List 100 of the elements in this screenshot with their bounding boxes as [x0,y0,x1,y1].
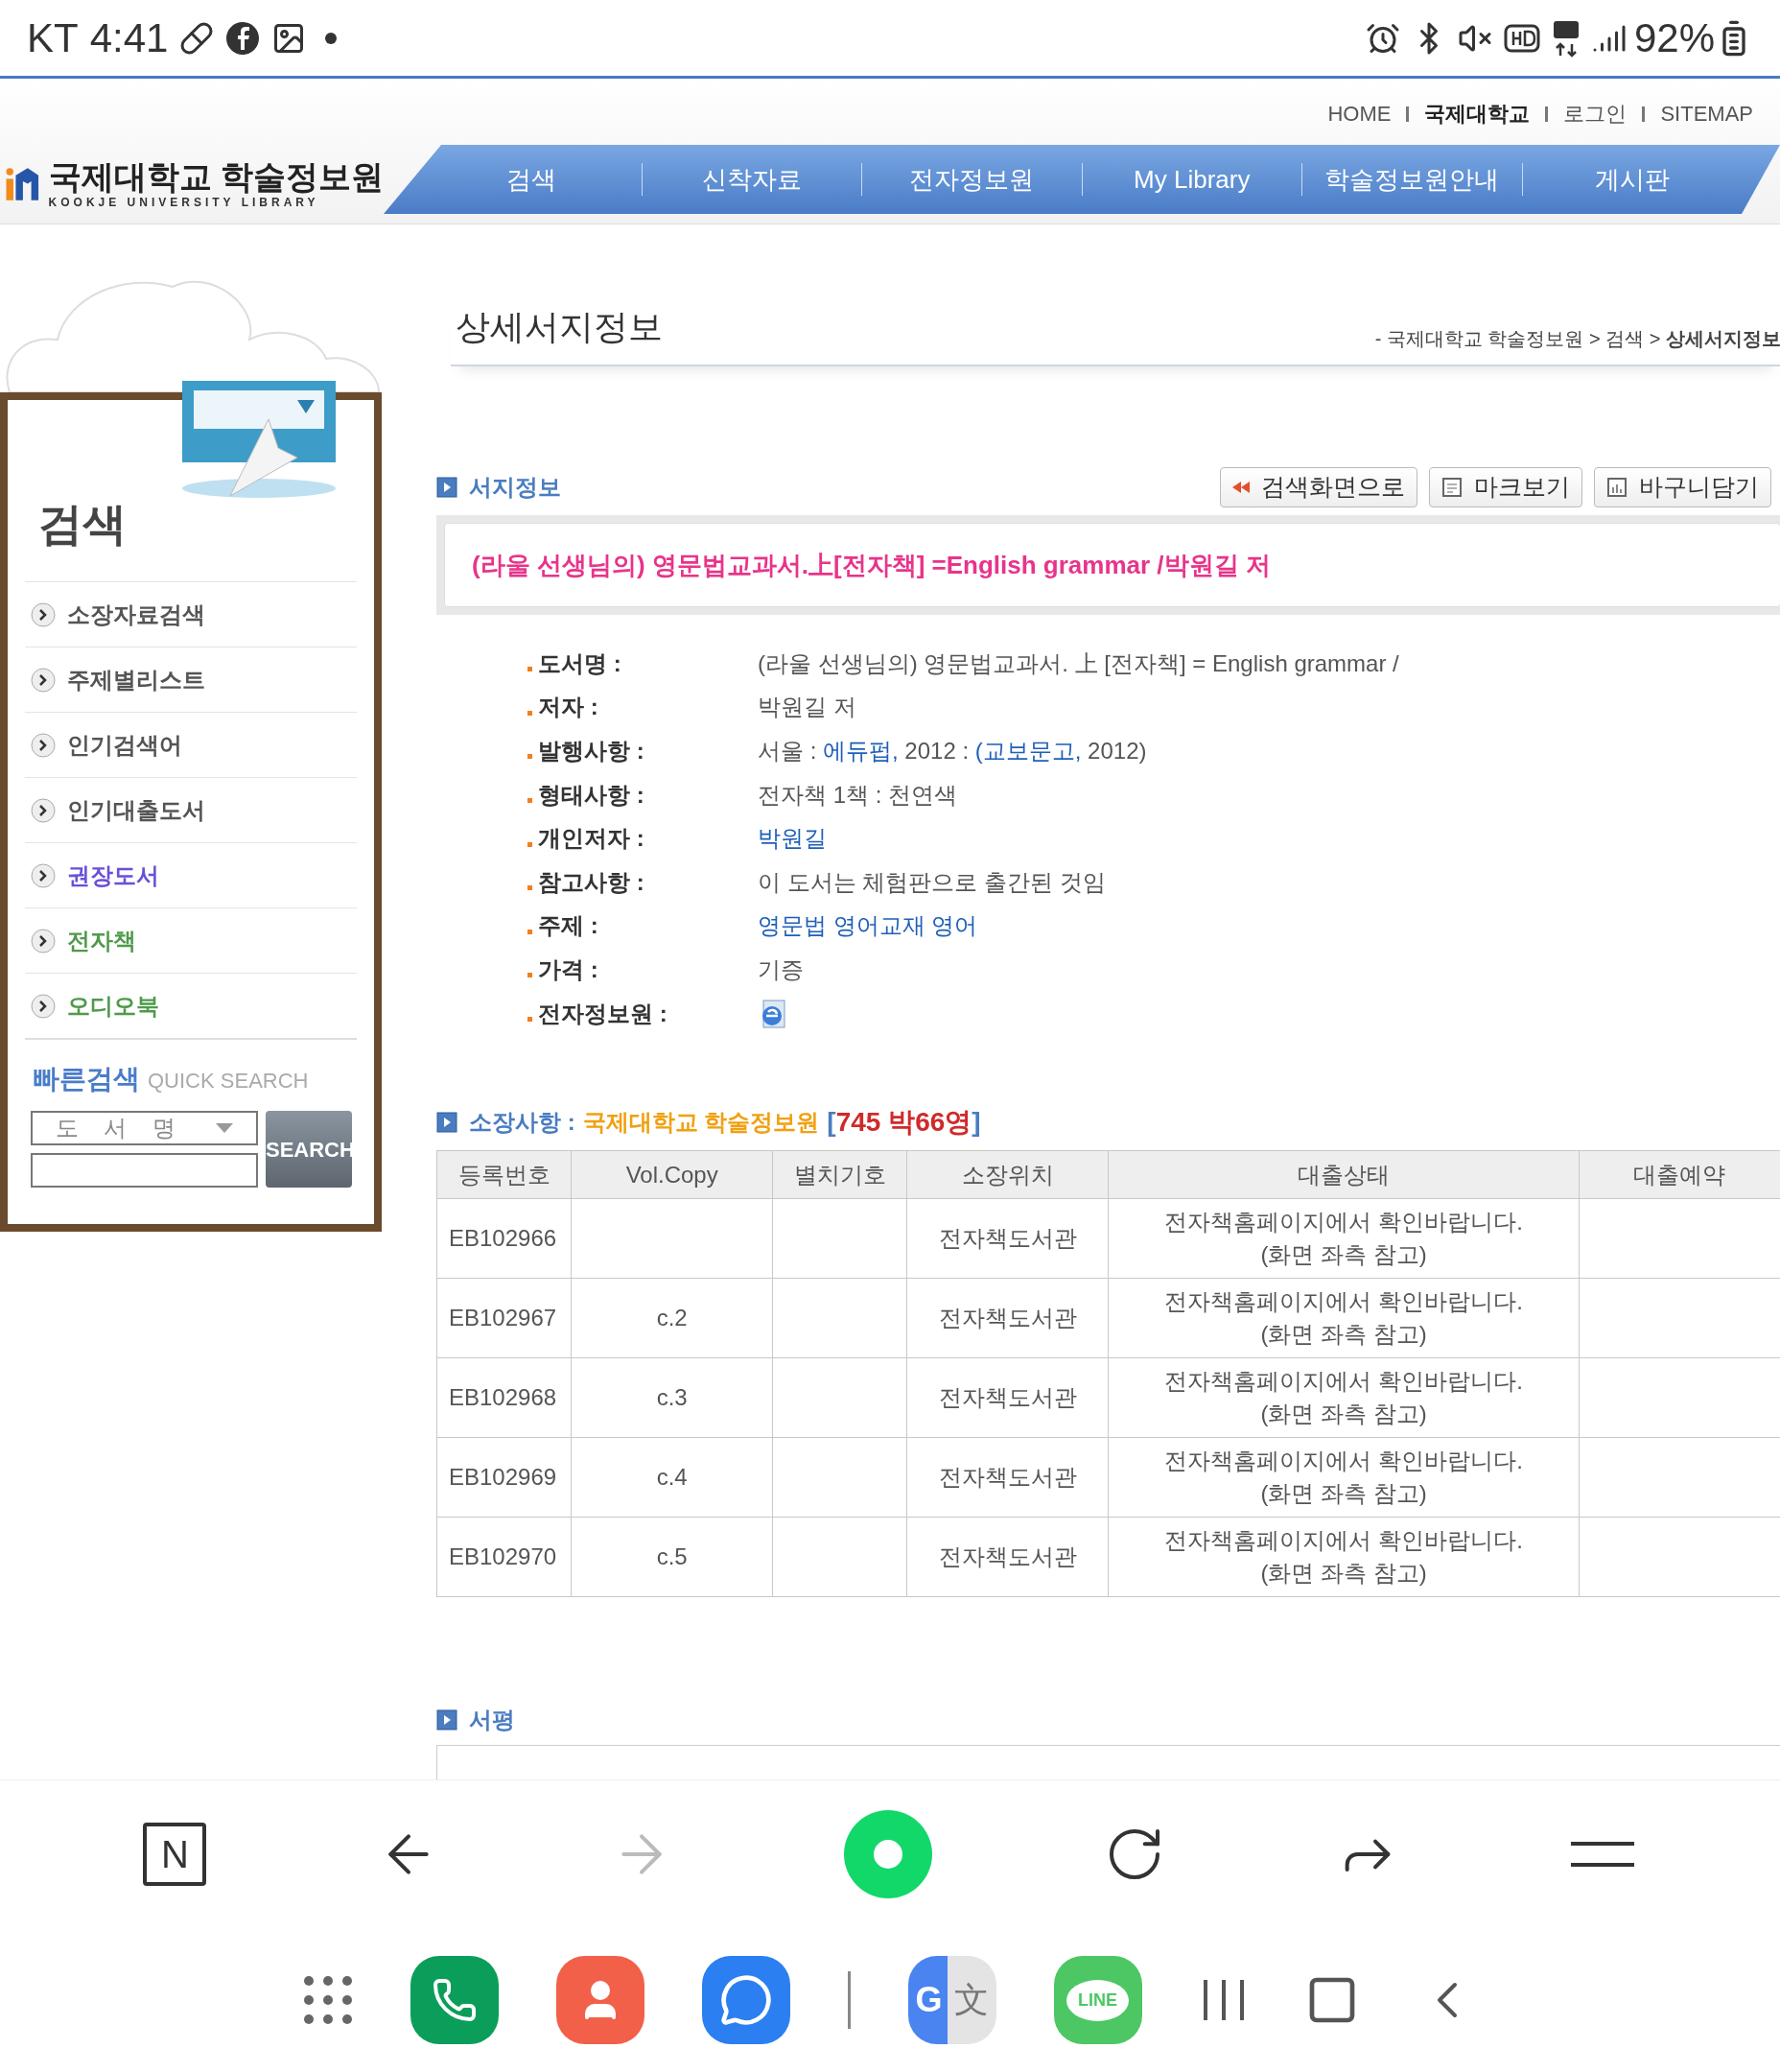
logo-title: 국제대학교 학술정보원 [48,160,384,193]
field-label: 형태사항 : [538,780,645,810]
dot-icon [325,32,338,44]
toolbar-button[interactable]: 바구니담기 [1594,467,1771,507]
sidebar-item-label: 인기검색어 [67,730,182,760]
column-header: 대출예약 [1579,1150,1780,1199]
field-label: 저자 : [538,693,599,722]
sidebar-item-label: 소장자료검색 [67,600,205,629]
nav-tab[interactable]: My Library [1082,160,1301,199]
top-link[interactable]: SITEMAP [1660,98,1753,130]
table-cell: EB102969 [436,1437,572,1518]
bullet-icon [527,885,532,891]
table-cell: EB102968 [436,1357,572,1438]
field-value: 2012) [1087,738,1147,764]
hd-icon [1503,23,1540,53]
bullet-icon [527,973,532,978]
table-cell: c.2 [571,1278,773,1358]
sidebar-item-label: 오디오북 [67,991,159,1021]
search-type-select[interactable]: 도 서 명 [31,1111,258,1145]
sidebar-heading: 검색 [37,498,128,551]
field-value: 서울 : [758,738,818,764]
quick-search-subtitle: QUICK SEARCH [148,1068,309,1095]
table-cell: 전자책홈페이지에서 확인바랍니다. (화면 좌측 참고) [1108,1198,1580,1279]
column-header: 소장위치 [906,1150,1109,1199]
section-heading: 서평 [469,1706,515,1735]
table-cell: 전자책도서관 [906,1357,1109,1438]
quick-search-field[interactable] [31,1153,258,1188]
nav-tab[interactable]: 신착자료 [642,160,861,199]
table-cell: c.4 [571,1437,773,1518]
top-link[interactable]: 국제대학교 [1424,98,1531,130]
toolbar-button[interactable]: 마크보기 [1429,467,1582,507]
sidebar-item-label: 전자책 [67,926,136,955]
section-heading: 서지정보 [469,473,561,502]
translate-app-icon[interactable]: G 文 [907,1956,996,2045]
sidebar-item[interactable]: 오디오북 [25,973,357,1038]
sidebar-item[interactable]: 인기대출도서 [25,777,357,842]
bullet-icon [527,929,532,934]
rewind-icon [1232,482,1250,493]
sidebar-item[interactable]: 전자책 [25,907,357,973]
sidebar-item[interactable]: 소장자료검색 [25,581,357,647]
contacts-app-icon[interactable] [555,1956,644,2045]
table-cell: EB102967 [436,1278,572,1358]
field-label: 가격 : [538,954,599,984]
sidebar-item[interactable]: 주제별리스트 [25,647,357,712]
toolbar-button[interactable]: 검색화면으로 [1220,467,1417,507]
chevron-circle-icon [31,928,56,954]
table-cell: 전자책홈페이지에서 확인바랍니다. (화면 좌측 참고) [1108,1437,1580,1518]
field-value: 박원길 저 [758,694,856,720]
bullet-icon [527,798,532,804]
nav-tab[interactable]: 학술정보원안내 [1302,160,1522,199]
document-icon [1441,477,1463,498]
field-label: 참고사항 : [538,867,645,897]
field-value: (라울 선생님의) 영문법교과서. 上 [전자책] = English grammar / [758,649,1399,676]
messages-app-icon[interactable] [701,1956,790,2045]
holdings-count: [745 박66영] [827,1106,981,1140]
field-value: 기증 [758,955,804,982]
carrier-text: KT [27,14,79,62]
field-link[interactable]: 영문법 영어교재 영어 [758,912,978,939]
breadcrumb: - 국제대학교 학술정보원 > 검색 > 상세서지정보 [1374,327,1780,351]
search-button[interactable]: SEARCH [266,1111,352,1188]
page-title: 상세서지정보 [455,306,663,348]
home-button[interactable]: N [143,1823,207,1887]
table-cell: 전자책홈페이지에서 확인바랍니다. (화면 좌측 참고) [1108,1357,1580,1438]
field-value: 이 도서는 체험판으로 출간된 것임 [758,868,1106,895]
sidebar-item[interactable]: 권장도서 [25,842,357,907]
bullet-icon [527,667,532,672]
chevron-circle-icon [31,797,56,823]
chevron-circle-icon [31,732,56,758]
nav-tab[interactable]: 게시판 [1522,160,1742,199]
phone-app-icon[interactable] [410,1956,499,2045]
top-link[interactable]: HOME [1327,98,1392,130]
field-label: 개인저자 : [538,824,645,854]
network-icon [1551,18,1581,58]
table-cell: c.5 [571,1517,773,1597]
library-logo[interactable]: 국제대학교 학술정보원 KOOKJE UNIVERSITY LIBRARY [0,154,384,214]
chevron-circle-icon [31,993,56,1019]
table-cell: EB102966 [436,1198,572,1279]
field-label: 주제 : [538,911,599,941]
section-heading: 소장사항 : [469,1108,575,1138]
nav-tab[interactable]: 전자정보원 [862,160,1082,199]
facebook-icon [225,20,261,56]
top-link[interactable]: 로그인 [1563,98,1628,130]
field-link[interactable]: 에듀펍, [823,738,899,764]
nav-tab[interactable]: 검색 [422,160,642,199]
book-title: (라울 선생님의) 영문법교과서.上[전자책] =English grammar /박원길 저 [472,549,1271,581]
battery-text: 92% [1633,14,1715,62]
list-icon [1606,477,1628,498]
library-name: 국제대학교 학술정보원 [582,1108,820,1138]
column-header: 등록번호 [436,1150,572,1199]
field-link[interactable]: (교보문고, [974,738,1082,764]
table-cell: EB102970 [436,1517,572,1597]
table-cell: 전자책도서관 [906,1278,1109,1358]
apps-grid-icon[interactable] [302,1975,353,2026]
bullet-icon [527,841,532,847]
sidebar-item[interactable]: 인기검색어 [25,712,357,777]
menu-icon[interactable] [1569,1840,1637,1870]
field-link[interactable]: 박원길 [758,825,827,852]
dropdown-caret-icon [216,1123,234,1133]
chevron-circle-icon [31,862,56,888]
sidebar-item-label: 주제별리스트 [67,665,205,695]
